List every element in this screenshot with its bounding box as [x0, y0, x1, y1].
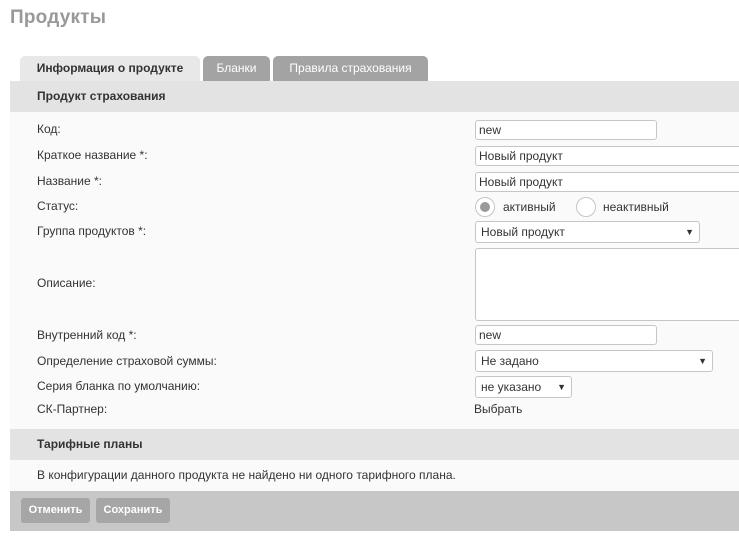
page-title: Продукты	[10, 7, 107, 28]
form-series-value: не указано	[481, 380, 542, 394]
product-group-value: Новый продукт	[481, 225, 565, 239]
description-label: Описание:	[37, 276, 96, 290]
tab-forms[interactable]: Бланки	[203, 56, 270, 81]
code-label: Код:	[37, 122, 61, 136]
name-label: Название *:	[37, 174, 102, 188]
short-name-label: Краткое название *:	[37, 148, 148, 162]
product-group-label: Группа продуктов *:	[37, 224, 147, 238]
status-label: Статус:	[37, 199, 79, 213]
short-name-input[interactable]	[475, 146, 739, 166]
internal-code-label: Внутренний код *:	[37, 328, 137, 342]
partner-select-link[interactable]: Выбрать	[474, 402, 522, 416]
tab-product-info[interactable]: Информация о продукте	[20, 56, 200, 82]
status-active-radio[interactable]	[475, 197, 495, 217]
triangle-down-icon: ▼	[698, 356, 707, 366]
partner-label: СК-Партнер:	[37, 402, 108, 416]
triangle-down-icon: ▼	[557, 382, 566, 392]
description-textarea[interactable]	[475, 248, 739, 321]
section-header-product: Продукт страхования	[10, 81, 739, 112]
sum-insured-select[interactable]: Не задано ▼	[475, 350, 713, 372]
tab-insurance-rules[interactable]: Правила страхования	[273, 56, 428, 81]
form-series-label: Серия бланка по умолчанию:	[37, 379, 201, 393]
cancel-button[interactable]: Отменить	[21, 498, 90, 523]
code-input[interactable]	[475, 120, 657, 140]
tariffs-empty-message: В конфигурации данного продукта не найде…	[37, 468, 456, 482]
internal-code-input[interactable]	[475, 325, 657, 345]
form-series-select[interactable]: не указано ▼	[475, 376, 572, 398]
status-active-label[interactable]: активный	[503, 200, 556, 214]
triangle-down-icon: ▼	[685, 227, 694, 237]
section-header-tariffs: Тарифные планы	[10, 429, 739, 460]
product-form-panel: Продукт страхования Код: Краткое названи…	[10, 81, 739, 531]
radio-selected-dot	[480, 202, 490, 212]
form-footer: Отменить Сохранить	[10, 491, 739, 531]
name-input[interactable]	[475, 172, 739, 192]
sum-insured-value: Не задано	[481, 354, 539, 368]
product-group-select[interactable]: Новый продукт ▼	[475, 221, 700, 243]
sum-insured-label: Определение страховой суммы:	[37, 354, 217, 368]
status-inactive-radio[interactable]	[576, 197, 596, 217]
save-button[interactable]: Сохранить	[96, 498, 170, 523]
status-inactive-label[interactable]: неактивный	[603, 200, 669, 214]
